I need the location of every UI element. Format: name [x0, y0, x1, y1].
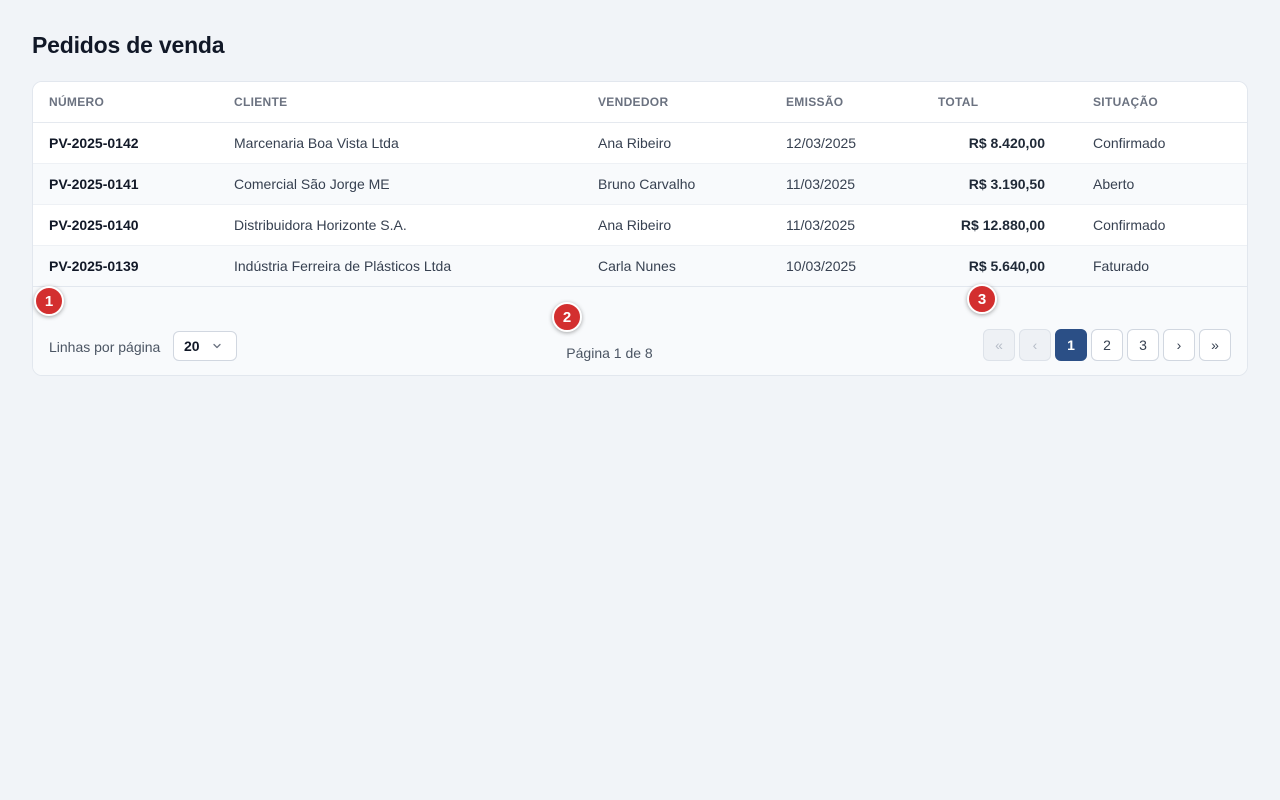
column-header-numero[interactable]: NÚMERO	[33, 82, 218, 123]
cell-situacao: Faturado	[1077, 245, 1247, 287]
cell-numero: PV-2025-0140	[33, 204, 218, 246]
table-row[interactable]: PV-2025-0141 Comercial São Jorge ME Brun…	[33, 163, 1247, 205]
column-header-vendedor[interactable]: VENDEDOR	[582, 82, 770, 123]
cell-vendedor: Carla Nunes	[582, 245, 770, 287]
cell-vendedor: Ana Ribeiro	[582, 122, 770, 164]
table-row[interactable]: PV-2025-0142 Marcenaria Boa Vista Ltda A…	[33, 122, 1247, 164]
page-3-button[interactable]: 3	[1127, 329, 1159, 361]
cell-numero: PV-2025-0141	[33, 163, 218, 205]
annotation-marker-2: 2	[552, 302, 582, 332]
cell-situacao: Confirmado	[1077, 204, 1247, 246]
orders-table-card: NÚMERO CLIENTE VENDEDOR EMISSÃO TOTAL SI…	[32, 81, 1248, 376]
cell-vendedor: Ana Ribeiro	[582, 204, 770, 246]
table-row[interactable]: PV-2025-0140 Distribuidora Horizonte S.A…	[33, 204, 1247, 246]
cell-numero: PV-2025-0142	[33, 122, 218, 164]
page-1-button[interactable]: 1	[1055, 329, 1087, 361]
cell-vendedor: Bruno Carvalho	[582, 163, 770, 205]
column-header-situacao[interactable]: SITUAÇÃO	[1077, 82, 1247, 123]
cell-cliente: Distribuidora Horizonte S.A.	[218, 204, 582, 246]
first-page-button[interactable]: «	[983, 329, 1015, 361]
cell-situacao: Aberto	[1077, 163, 1247, 205]
last-page-button[interactable]: »	[1199, 329, 1231, 361]
previous-page-button[interactable]: ‹	[1019, 329, 1051, 361]
cell-situacao: Confirmado	[1077, 122, 1247, 164]
cell-total: R$ 8.420,00	[922, 122, 1077, 164]
cell-emissao: 11/03/2025	[770, 163, 922, 205]
table-header-row: NÚMERO CLIENTE VENDEDOR EMISSÃO TOTAL SI…	[33, 82, 1247, 123]
page-title: Pedidos de venda	[32, 32, 225, 58]
cell-total: R$ 12.880,00	[922, 204, 1077, 246]
page-2-button[interactable]: 2	[1091, 329, 1123, 361]
column-header-emissao[interactable]: EMISSÃO	[770, 82, 922, 123]
pagination: « ‹ 1 2 3 › »	[983, 329, 1231, 361]
column-header-total[interactable]: TOTAL	[922, 82, 1077, 123]
cell-numero: PV-2025-0139	[33, 245, 218, 287]
cell-total: R$ 5.640,00	[922, 245, 1077, 287]
cell-cliente: Marcenaria Boa Vista Ltda	[218, 122, 582, 164]
column-header-cliente[interactable]: CLIENTE	[218, 82, 582, 123]
cell-emissao: 12/03/2025	[770, 122, 922, 164]
table-footer: Linhas por página 20 Página 1 de 8 « ‹ 1…	[33, 287, 1247, 375]
cell-emissao: 11/03/2025	[770, 204, 922, 246]
orders-table: NÚMERO CLIENTE VENDEDOR EMISSÃO TOTAL SI…	[33, 82, 1247, 287]
cell-cliente: Indústria Ferreira de Plásticos Ltda	[218, 245, 582, 287]
cell-total: R$ 3.190,50	[922, 163, 1077, 205]
table-row[interactable]: PV-2025-0139 Indústria Ferreira de Plást…	[33, 245, 1247, 287]
next-page-button[interactable]: ›	[1163, 329, 1195, 361]
cell-cliente: Comercial São Jorge ME	[218, 163, 582, 205]
annotation-marker-3: 3	[967, 284, 997, 314]
cell-emissao: 10/03/2025	[770, 245, 922, 287]
annotation-marker-1: 1	[34, 286, 64, 316]
